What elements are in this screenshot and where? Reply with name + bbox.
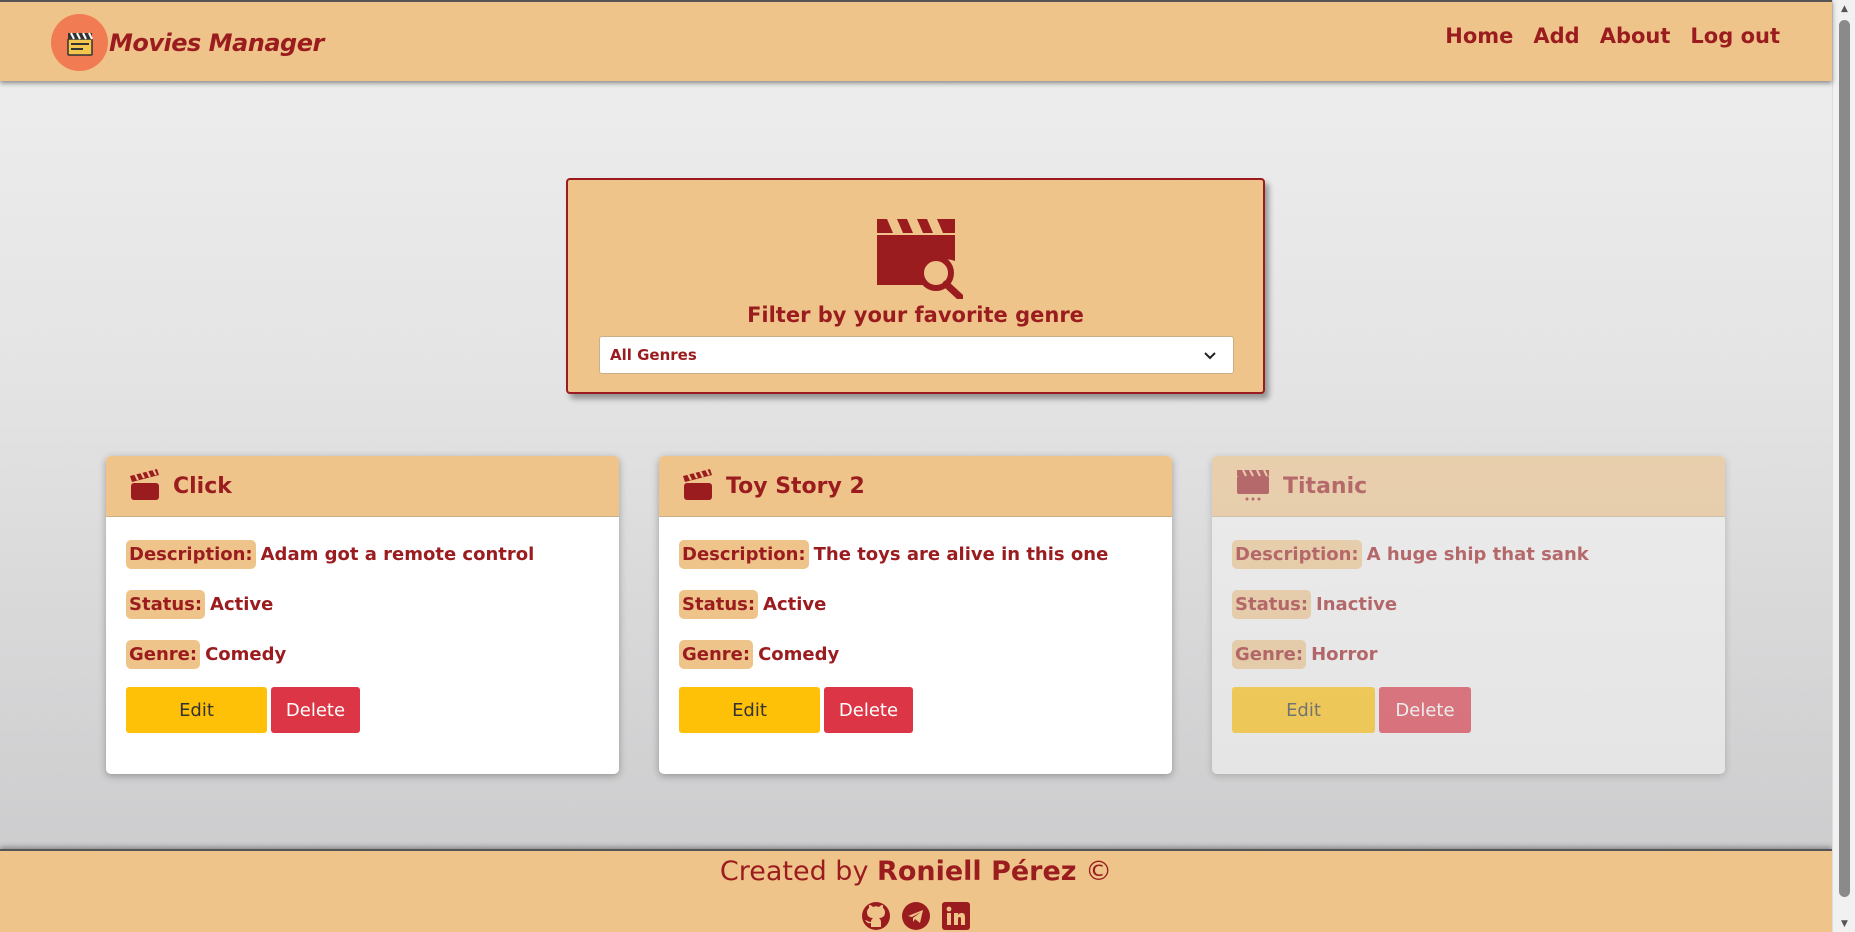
genre-row: Genre: Comedy: [679, 637, 1152, 671]
genre-value: Comedy: [205, 643, 287, 665]
movie-title: Click: [173, 473, 232, 499]
card-body: Description: Adam got a remote control S…: [106, 517, 619, 753]
description-value: A huge ship that sank: [1366, 543, 1589, 565]
filter-title: Filter by your favorite genre: [747, 303, 1084, 327]
card-header: Toy Story 2: [659, 456, 1172, 517]
genre-label: Genre:: [679, 639, 754, 669]
github-icon[interactable]: [861, 901, 891, 931]
card-actions: Edit Delete: [679, 687, 1152, 733]
brand[interactable]: Movies Manager: [51, 14, 324, 71]
status-row: Status: Inactive: [1232, 587, 1705, 621]
nav-add[interactable]: Add: [1533, 24, 1579, 48]
delete-button[interactable]: Delete: [271, 687, 360, 733]
edit-button[interactable]: Edit: [679, 687, 820, 733]
card-body: Description: The toys are alive in this …: [659, 517, 1172, 753]
description-value: Adam got a remote control: [260, 543, 535, 565]
linkedin-icon[interactable]: [941, 901, 971, 931]
description-label: Description:: [1232, 539, 1362, 569]
movie-card: Click Description: Adam got a remote con…: [106, 456, 619, 774]
delete-button[interactable]: Delete: [824, 687, 913, 733]
status-value: Active: [763, 593, 827, 615]
genre-select[interactable]: All Genres: [599, 336, 1234, 374]
footer-prefix: Created by: [719, 856, 869, 887]
clapperboard-logo-icon: [51, 14, 108, 71]
footer-author: Roniell Pérez: [877, 856, 1077, 887]
description-row: Description: A huge ship that sank: [1232, 537, 1705, 571]
scrollbar-thumb[interactable]: [1839, 20, 1850, 897]
genre-label: Genre:: [1232, 639, 1307, 669]
movie-title: Toy Story 2: [726, 473, 865, 499]
footer-credit: Created by Roniell Pérez ©: [0, 856, 1832, 887]
genre-select-value: All Genres: [610, 346, 697, 364]
movie-card: Toy Story 2 Description: The toys are al…: [659, 456, 1172, 774]
status-value: Inactive: [1316, 593, 1398, 615]
film-search-icon: [873, 215, 964, 303]
card-header: Click: [106, 456, 619, 517]
status-value: Active: [210, 593, 274, 615]
navbar: Movies Manager Home Add About Log out: [0, 0, 1832, 81]
nav-home[interactable]: Home: [1445, 24, 1513, 48]
description-value: The toys are alive in this one: [813, 543, 1109, 565]
clapperboard-icon: [129, 467, 161, 505]
vertical-scrollbar[interactable]: ▲ ▼: [1832, 0, 1855, 932]
status-row: Status: Active: [679, 587, 1152, 621]
scroll-up-arrow-icon[interactable]: ▲: [1833, 0, 1855, 17]
clapperboard-icon: [682, 467, 714, 505]
genre-value: Horror: [1311, 643, 1378, 665]
telegram-icon[interactable]: [901, 901, 931, 931]
description-row: Description: The toys are alive in this …: [679, 537, 1152, 571]
social-links: [0, 901, 1832, 931]
status-row: Status: Active: [126, 587, 599, 621]
status-label: Status:: [126, 589, 206, 619]
card-actions: Edit Delete: [1232, 687, 1705, 733]
brand-title: Movies Manager: [109, 28, 324, 57]
nav-logout[interactable]: Log out: [1690, 24, 1780, 48]
card-header: Titanic: [1212, 456, 1725, 517]
genre-row: Genre: Comedy: [126, 637, 599, 671]
status-label: Status:: [679, 589, 759, 619]
genre-filter-panel: Filter by your favorite genre All Genres: [566, 178, 1265, 394]
edit-button[interactable]: Edit: [126, 687, 267, 733]
status-label: Status:: [1232, 589, 1312, 619]
genre-row: Genre: Horror: [1232, 637, 1705, 671]
page: Movies Manager Home Add About Log out Fi…: [0, 0, 1832, 932]
movie-title: Titanic: [1283, 473, 1368, 499]
edit-button[interactable]: Edit: [1232, 687, 1375, 733]
chevron-down-icon: [1203, 348, 1217, 367]
delete-button[interactable]: Delete: [1379, 687, 1471, 733]
genre-value: Comedy: [758, 643, 840, 665]
description-label: Description:: [126, 539, 256, 569]
scroll-down-arrow-icon[interactable]: ▼: [1833, 915, 1855, 932]
card-body: Description: A huge ship that sank Statu…: [1212, 517, 1725, 753]
card-actions: Edit Delete: [126, 687, 599, 733]
description-label: Description:: [679, 539, 809, 569]
nav-links: Home Add About Log out: [1445, 24, 1780, 48]
footer: Created by Roniell Pérez ©: [0, 849, 1832, 932]
genre-label: Genre:: [126, 639, 201, 669]
film-off-icon: [1235, 466, 1271, 506]
footer-copyright: ©: [1085, 856, 1113, 887]
description-row: Description: Adam got a remote control: [126, 537, 599, 571]
movie-card-inactive: Titanic Description: A huge ship that sa…: [1212, 456, 1725, 774]
nav-about[interactable]: About: [1600, 24, 1671, 48]
